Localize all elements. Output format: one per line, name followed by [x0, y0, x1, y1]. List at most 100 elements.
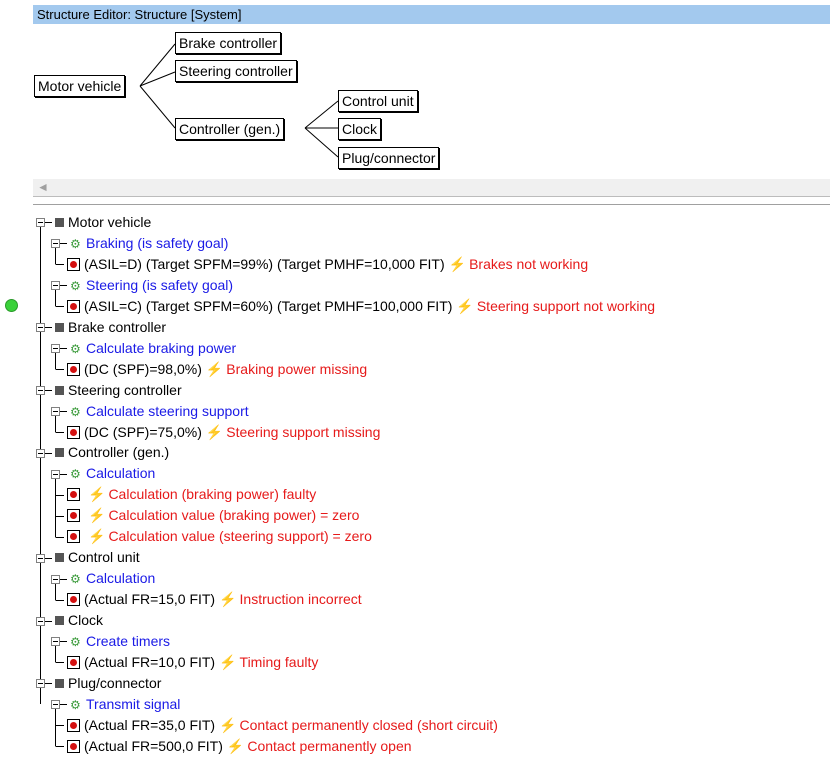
tree-function-row[interactable]: ⚙ Braking (is safety goal)	[70, 233, 228, 254]
collapse-toggle-icon[interactable]	[36, 617, 45, 626]
tree-failure-row[interactable]: (Actual FR=15,0 FIT) ⚡ Instruction incorre…	[67, 589, 362, 610]
failure-mode-icon	[67, 739, 80, 753]
square-icon	[55, 385, 64, 395]
lightning-icon: ⚡	[88, 486, 106, 503]
lightning-icon: ⚡	[226, 737, 245, 754]
lightning-icon: ⚡	[448, 255, 467, 272]
collapse-toggle-icon[interactable]	[36, 679, 45, 688]
collapse-toggle-icon[interactable]	[51, 700, 60, 709]
tree-failure-row[interactable]: (Actual FR=10,0 FIT) ⚡ Timing faulty	[67, 652, 318, 673]
tree-failure-row[interactable]: (ASIL=C) (Target SPFM=60%) (Target PMHF=…	[67, 296, 655, 317]
tree-function-row[interactable]: ⚙ Calculation	[70, 568, 155, 589]
system-label: Steering controller	[68, 381, 182, 398]
failure-text: Braking power missing	[226, 360, 368, 377]
tree-failure-row[interactable]: (ASIL=D) (Target SPFM=99%) (Target PMHF=…	[67, 254, 588, 275]
failure-mode-icon	[67, 362, 80, 376]
node-steering-controller[interactable]: Steering controller	[175, 60, 297, 82]
square-icon	[55, 616, 64, 626]
failure-params: (Actual FR=10,0 FIT)	[84, 653, 216, 670]
green-circle-icon	[5, 299, 18, 312]
collapse-toggle-icon[interactable]	[51, 239, 60, 248]
system-label: Clock	[68, 612, 104, 629]
collapse-toggle-icon[interactable]	[51, 637, 60, 646]
tree-system-row[interactable]: Plug/connector	[55, 673, 161, 694]
failure-text: Brakes not working	[469, 255, 589, 272]
failure-mode-icon	[67, 718, 80, 732]
pane-splitter[interactable]	[33, 204, 830, 205]
gear-icon: ⚙	[70, 404, 81, 419]
failure-text: Contact permanently open	[247, 737, 412, 754]
tree-system-row[interactable]: Motor vehicle	[55, 212, 151, 233]
collapse-toggle-icon[interactable]	[36, 554, 45, 563]
failure-mode-icon	[67, 655, 80, 669]
failure-text: Steering support missing	[226, 423, 381, 440]
failure-params: (DC (SPF)=98,0%)	[84, 360, 202, 377]
lightning-icon: ⚡	[219, 591, 237, 608]
node-controller-gen[interactable]: Controller (gen.)	[175, 118, 285, 140]
failure-mode-icon	[67, 425, 80, 439]
node-brake-controller[interactable]: Brake controller	[175, 32, 282, 54]
gear-icon: ⚙	[70, 341, 81, 356]
square-icon	[55, 218, 64, 227]
function-label: Calculation	[86, 465, 156, 482]
function-label: Braking (is safety goal)	[86, 234, 229, 251]
tree-failure-row[interactable]: (Actual FR=500,0 FIT) ⚡ Contact permanentl…	[67, 736, 412, 757]
tree-failure-row[interactable]: ⚡ Calculation (braking power) faulty	[67, 484, 316, 505]
tree-failure-row[interactable]: ⚡ Calculation value (braking power) = zer…	[67, 505, 359, 526]
node-clock[interactable]: Clock	[338, 118, 382, 140]
tree-function-row[interactable]: ⚙ Calculate steering support	[70, 401, 249, 422]
scroll-left-arrow-icon[interactable]: ◄	[37, 179, 49, 196]
window-title-bar: Structure Editor: Structure [System]	[33, 5, 830, 24]
lightning-icon: ⚡	[88, 507, 106, 524]
horizontal-scrollbar[interactable]: ◄	[33, 179, 830, 197]
tree-function-row[interactable]: ⚙ Transmit signal	[70, 694, 180, 715]
system-label: Brake controller	[68, 318, 167, 335]
collapse-toggle-icon[interactable]	[36, 449, 45, 458]
square-icon	[55, 553, 64, 563]
tree-failure-row[interactable]: ⚡ Calculation value (steering support) = …	[67, 526, 372, 547]
lightning-icon: ⚡	[219, 653, 237, 670]
collapse-toggle-icon[interactable]	[36, 218, 45, 227]
failure-params: (Actual FR=15,0 FIT)	[84, 591, 216, 608]
failure-text: Calculation (braking power) faulty	[108, 486, 317, 503]
collapse-toggle-icon[interactable]	[51, 344, 60, 353]
node-control-unit[interactable]: Control unit	[338, 90, 418, 112]
failure-mode-icon	[67, 299, 80, 313]
tree-system-row[interactable]: Clock	[55, 610, 103, 631]
tree-system-row[interactable]: Control unit	[55, 547, 140, 568]
tree-failure-row[interactable]: (DC (SPF)=75,0%) ⚡ Steering support missin…	[67, 422, 380, 443]
tree-function-row[interactable]: ⚙ Create timers	[70, 631, 170, 652]
collapse-toggle-icon[interactable]	[51, 281, 60, 290]
tree-system-row[interactable]: Controller (gen.)	[55, 442, 169, 463]
function-label: Calculation	[86, 570, 156, 587]
system-label: Control unit	[68, 549, 140, 566]
function-label: Calculate braking power	[86, 339, 237, 356]
tree-failure-row[interactable]: (DC (SPF)=98,0%) ⚡ Braking power missing	[67, 359, 367, 380]
tree-function-row[interactable]: ⚙ Calculate braking power	[70, 338, 236, 359]
collapse-toggle-icon[interactable]	[51, 407, 60, 416]
failure-text: Calculation value (braking power) = zero	[108, 507, 360, 524]
failure-text: Contact permanently closed (short circui…	[239, 716, 498, 733]
structure-diagram: Motor vehicle Brake controller Steering …	[0, 24, 830, 174]
failure-mode-icon	[67, 257, 80, 271]
lightning-icon: ⚡	[456, 297, 474, 314]
collapse-toggle-icon[interactable]	[36, 386, 45, 395]
failure-params: (ASIL=D) (Target SPFM=99%) (Target PMHF=…	[84, 255, 445, 272]
tree-function-row[interactable]: ⚙ Calculation	[70, 463, 155, 484]
gear-icon: ⚙	[70, 236, 81, 251]
node-plug-connector[interactable]: Plug/connector	[338, 147, 440, 169]
window-title: Structure Editor: Structure [System]	[37, 7, 242, 22]
tree-system-row[interactable]: Steering controller	[55, 380, 182, 401]
failure-params: (Actual FR=500,0 FIT)	[84, 737, 223, 754]
failure-mode-icon	[67, 509, 80, 523]
failure-text: Calculation value (steering support) = z…	[108, 528, 372, 545]
tree-function-row[interactable]: ⚙ Steering (is safety goal)	[70, 275, 233, 296]
collapse-toggle-icon[interactable]	[51, 470, 60, 479]
node-motor-vehicle[interactable]: Motor vehicle	[34, 75, 126, 97]
tree-failure-row[interactable]: (Actual FR=35,0 FIT) ⚡ Contact permanently…	[67, 715, 498, 736]
tree-system-row[interactable]: Brake controller	[55, 317, 166, 338]
function-label: Transmit signal	[86, 695, 181, 712]
collapse-toggle-icon[interactable]	[36, 323, 45, 332]
collapse-toggle-icon[interactable]	[51, 575, 60, 584]
lightning-icon: ⚡	[219, 716, 237, 733]
